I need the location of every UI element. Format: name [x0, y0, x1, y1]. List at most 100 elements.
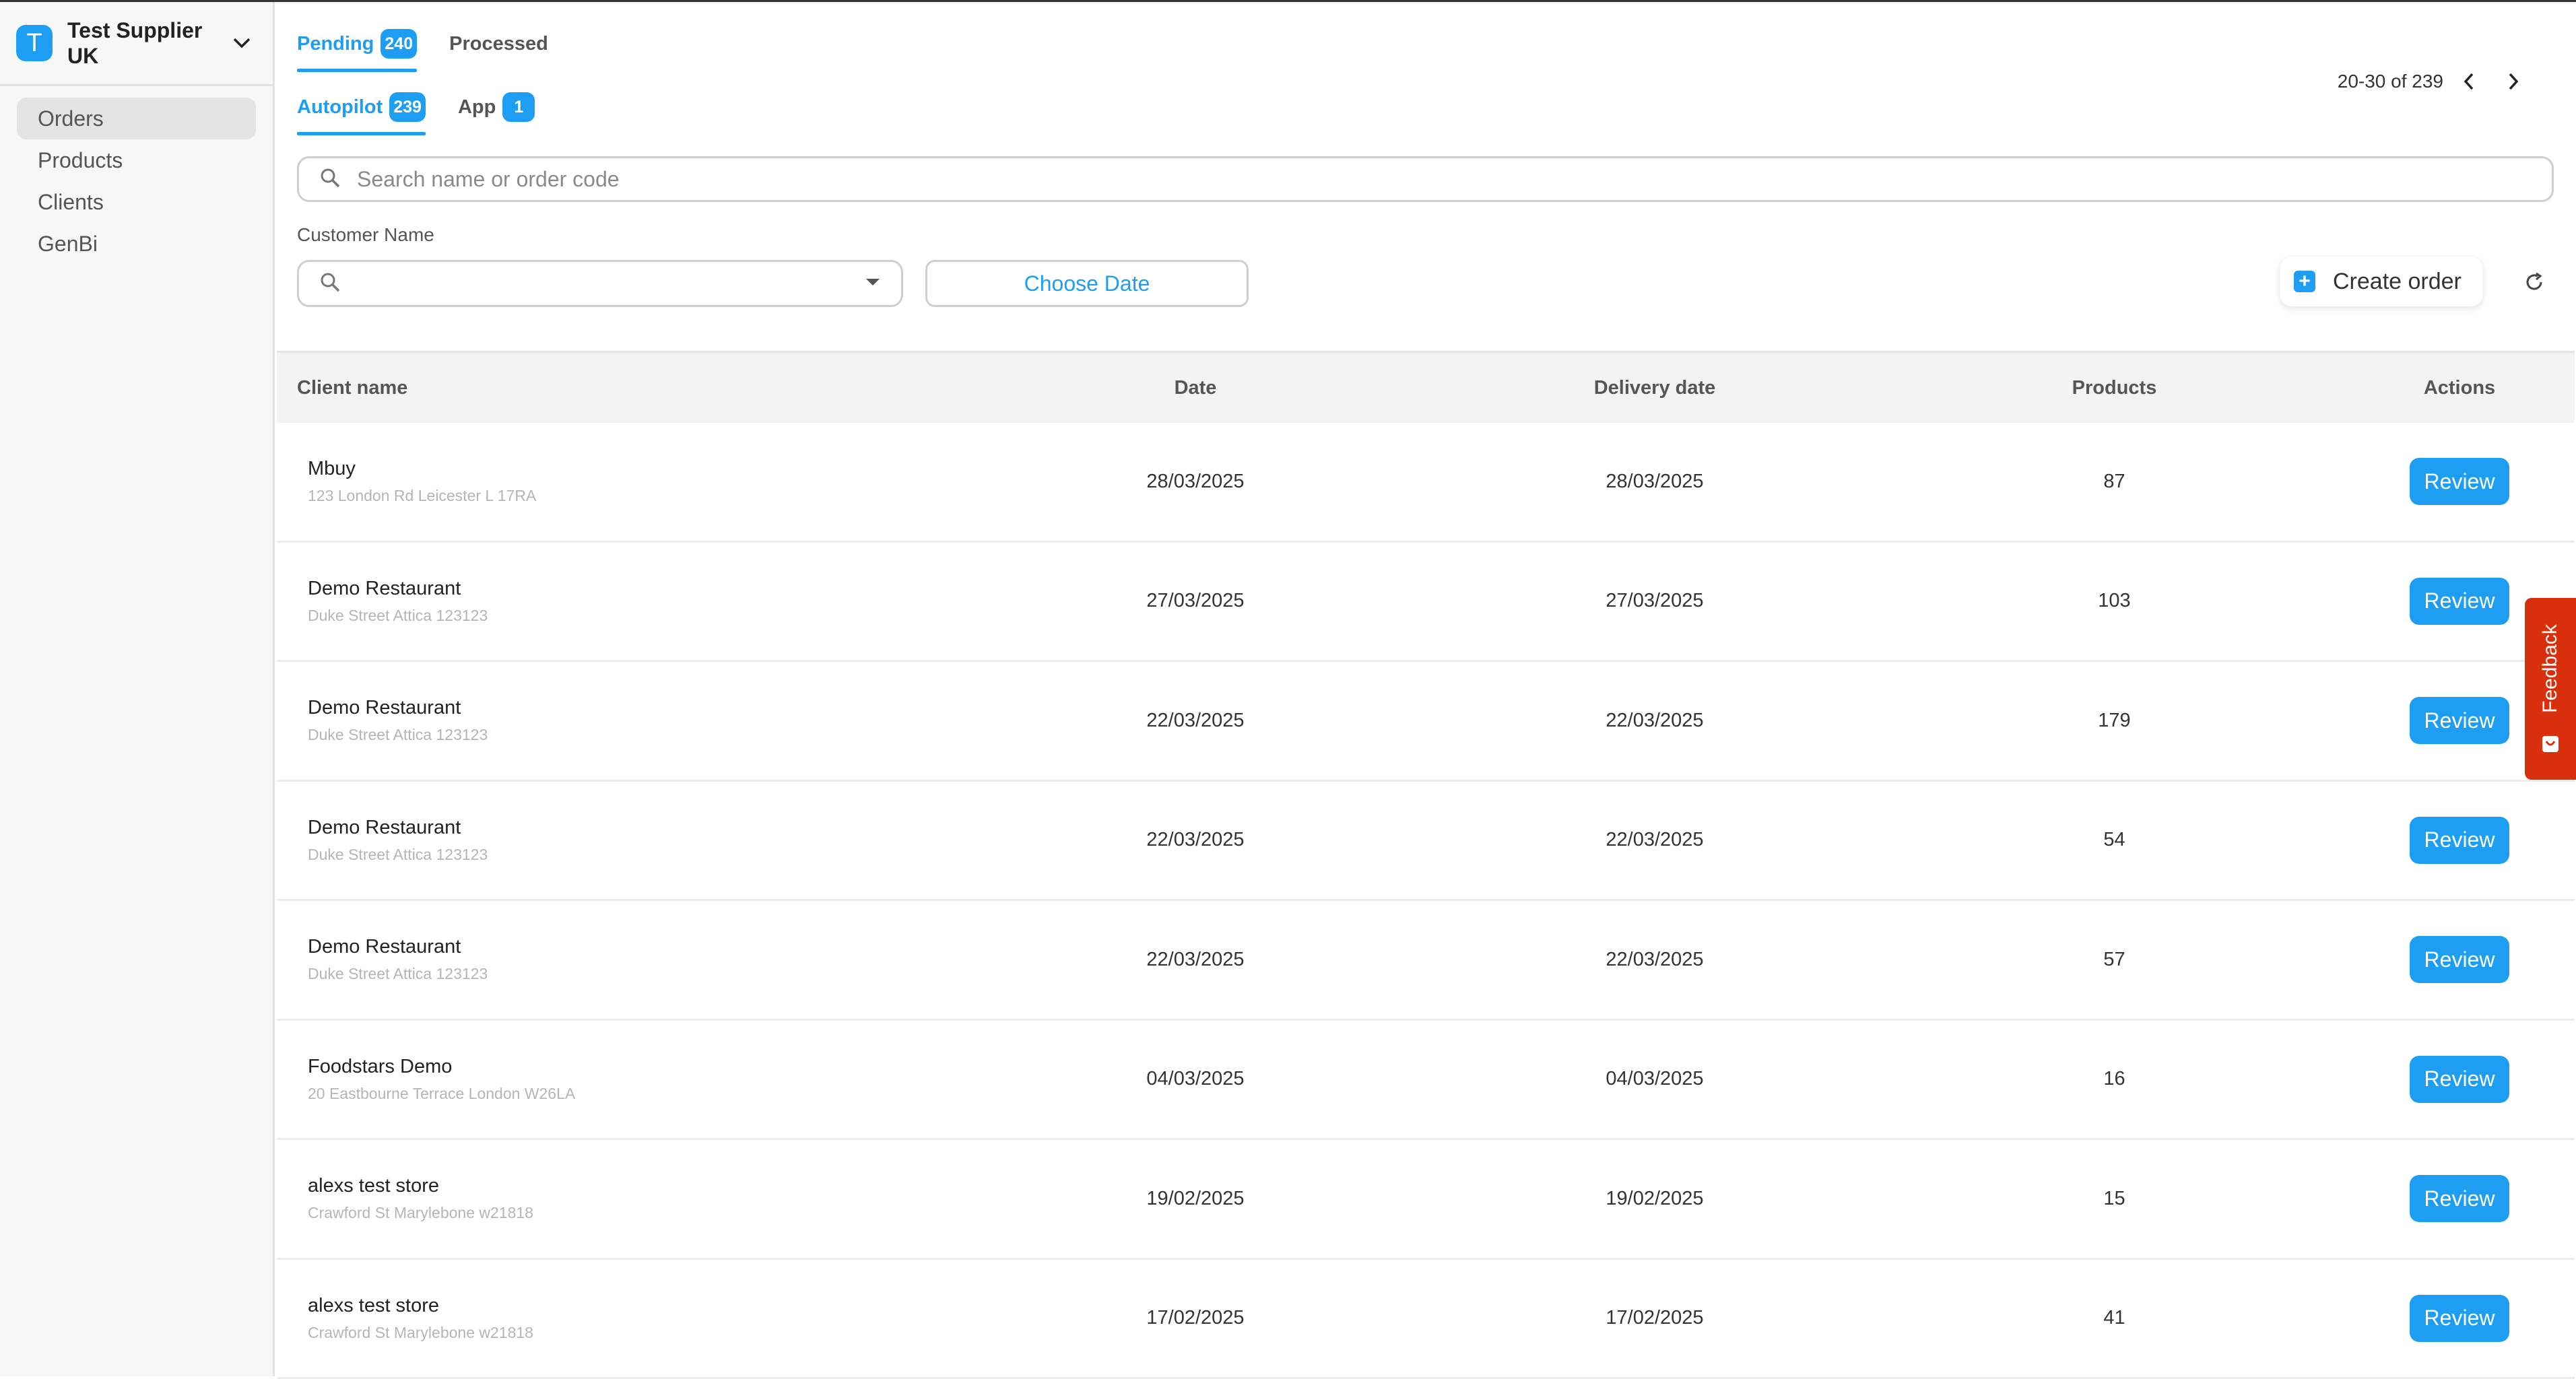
table-row[interactable]: Demo Restaurant Duke Street Attica 123123…: [277, 901, 2575, 1021]
header-actions: Actions: [2344, 377, 2575, 399]
tab-label: App: [458, 96, 496, 119]
search-bar: [297, 156, 2554, 202]
chevron-down-icon[interactable]: [227, 28, 257, 58]
orders-table: Client name Date Delivery date Products …: [277, 351, 2575, 1379]
feedback-tab[interactable]: Feedback: [2525, 598, 2576, 780]
tab-processed[interactable]: Processed: [449, 33, 548, 69]
products-count: 41: [1884, 1307, 2344, 1329]
review-button[interactable]: Review: [2410, 1175, 2509, 1222]
products-count: 103: [1884, 590, 2344, 612]
org-switcher[interactable]: T Test Supplier UK: [0, 2, 273, 86]
order-date: 27/03/2025: [966, 590, 1425, 612]
header-client-name: Client name: [277, 377, 966, 399]
review-button[interactable]: Review: [2410, 817, 2509, 864]
client-address: Crawford St Marylebone w21818: [308, 1324, 966, 1342]
tab-app[interactable]: App 1: [458, 92, 535, 135]
review-button[interactable]: Review: [2410, 458, 2509, 505]
status-tabs: Pending 240 Processed: [297, 29, 548, 72]
review-button[interactable]: Review: [2410, 1056, 2509, 1103]
sidebar-item-clients[interactable]: Clients: [17, 181, 256, 223]
sidebar-item-products[interactable]: Products: [17, 139, 256, 181]
client-address: 123 London Rd Leicester L 17RA: [308, 487, 966, 505]
sidebar-item-label: GenBi: [38, 232, 98, 257]
client-address: Duke Street Attica 123123: [308, 846, 966, 864]
tab-label: Pending: [297, 33, 374, 55]
customer-name-label: Customer Name: [297, 224, 434, 246]
table-row[interactable]: alexs test storeCrawford St Marylebone w…: [277, 1140, 2575, 1260]
search-icon: [319, 271, 341, 296]
order-date: 04/03/2025: [966, 1068, 1425, 1090]
order-date: 22/03/2025: [966, 710, 1425, 732]
delivery-date: 19/02/2025: [1425, 1188, 1884, 1210]
create-order-label: Create order: [2333, 269, 2462, 295]
products-count: 179: [1884, 710, 2344, 732]
client-address: Duke Street Attica 123123: [308, 965, 966, 983]
sidebar-item-label: Clients: [38, 190, 104, 215]
org-avatar: T: [16, 25, 53, 61]
header-delivery-date: Delivery date: [1425, 377, 1884, 399]
search-input[interactable]: [357, 167, 2377, 192]
feedback-label: Feedback: [2539, 624, 2562, 713]
sidebar-item-label: Orders: [38, 106, 104, 131]
header-date: Date: [966, 377, 1425, 399]
order-date: 17/02/2025: [966, 1307, 1425, 1329]
customer-name-select[interactable]: [297, 260, 903, 307]
table-row[interactable]: Demo Restaurant Duke Street Attica 123123…: [277, 782, 2575, 902]
products-count: 87: [1884, 471, 2344, 493]
sidebar-item-genbi[interactable]: GenBi: [17, 223, 256, 265]
pending-count-badge: 240: [381, 29, 417, 59]
refresh-icon[interactable]: [2519, 267, 2549, 297]
client-name: Demo Restaurant: [308, 936, 966, 958]
delivery-date: 22/03/2025: [1425, 710, 1884, 732]
products-count: 57: [1884, 949, 2344, 971]
tab-label: Processed: [449, 33, 548, 55]
sidebar: T Test Supplier UK Orders Products Clien…: [0, 2, 275, 1376]
table-row[interactable]: alexs test store Crawford St Marylebone w…: [277, 1260, 2575, 1379]
delivery-date: 22/03/2025: [1425, 829, 1884, 851]
main-content: Pending 240 Processed Autopilot 239 App …: [277, 2, 2576, 1376]
review-button[interactable]: Review: [2410, 697, 2509, 744]
table-row[interactable]: Foodstars Demo 20 Eastbourne Terrace Lond…: [277, 1021, 2575, 1141]
order-date: 22/03/2025: [966, 829, 1425, 851]
client-address: 20 Eastbourne Terrace London W26LA: [308, 1085, 966, 1103]
feedback-icon: [2541, 735, 2560, 757]
review-button[interactable]: Review: [2410, 578, 2509, 625]
delivery-date: 04/03/2025: [1425, 1068, 1884, 1090]
chevron-left-icon[interactable]: [2450, 67, 2488, 96]
header-products: Products: [1884, 377, 2344, 399]
search-icon: [319, 167, 341, 192]
sidebar-item-label: Products: [38, 148, 123, 173]
client-name: alexs test store: [308, 1175, 966, 1197]
app-count-badge: 1: [502, 92, 535, 122]
products-count: 54: [1884, 829, 2344, 851]
review-button[interactable]: Review: [2410, 1295, 2509, 1342]
sidebar-nav: Orders Products Clients GenBi: [0, 86, 273, 265]
review-button[interactable]: Review: [2410, 936, 2509, 983]
client-address: Duke Street Attica 123123: [308, 726, 966, 744]
tab-pending[interactable]: Pending 240: [297, 29, 417, 72]
delivery-date: 17/02/2025: [1425, 1307, 1884, 1329]
products-count: 16: [1884, 1068, 2344, 1090]
client-name: Demo Restaurant: [308, 578, 966, 600]
delivery-date: 28/03/2025: [1425, 471, 1884, 493]
client-address: Duke Street Attica 123123: [308, 607, 966, 625]
table-row[interactable]: Demo Restaurant Duke Street Attica 123123…: [277, 543, 2575, 663]
delivery-date: 27/03/2025: [1425, 590, 1884, 612]
chevron-right-icon[interactable]: [2495, 67, 2532, 96]
order-date: 22/03/2025: [966, 949, 1425, 971]
tab-autopilot[interactable]: Autopilot 239: [297, 92, 426, 135]
org-name: Test Supplier UK: [67, 18, 222, 69]
create-order-button[interactable]: + Create order: [2280, 257, 2482, 306]
client-name: Demo Restaurant: [308, 697, 966, 719]
choose-date-button[interactable]: Choose Date: [925, 260, 1249, 307]
products-count: 15: [1884, 1188, 2344, 1210]
caret-down-icon[interactable]: [865, 277, 881, 290]
sidebar-item-orders[interactable]: Orders: [17, 98, 256, 139]
table-row[interactable]: Mbuy123 London Rd Leicester L 17RA 28/03…: [277, 423, 2575, 543]
client-name: Demo Restaurant: [308, 817, 966, 839]
table-row[interactable]: Demo Restaurant Duke Street Attica 123123…: [277, 662, 2575, 782]
client-name: Foodstars Demo: [308, 1056, 966, 1078]
order-date: 19/02/2025: [966, 1188, 1425, 1210]
client-name: alexs test store: [308, 1295, 966, 1317]
pagination: 20-30 of 239: [2338, 67, 2532, 96]
